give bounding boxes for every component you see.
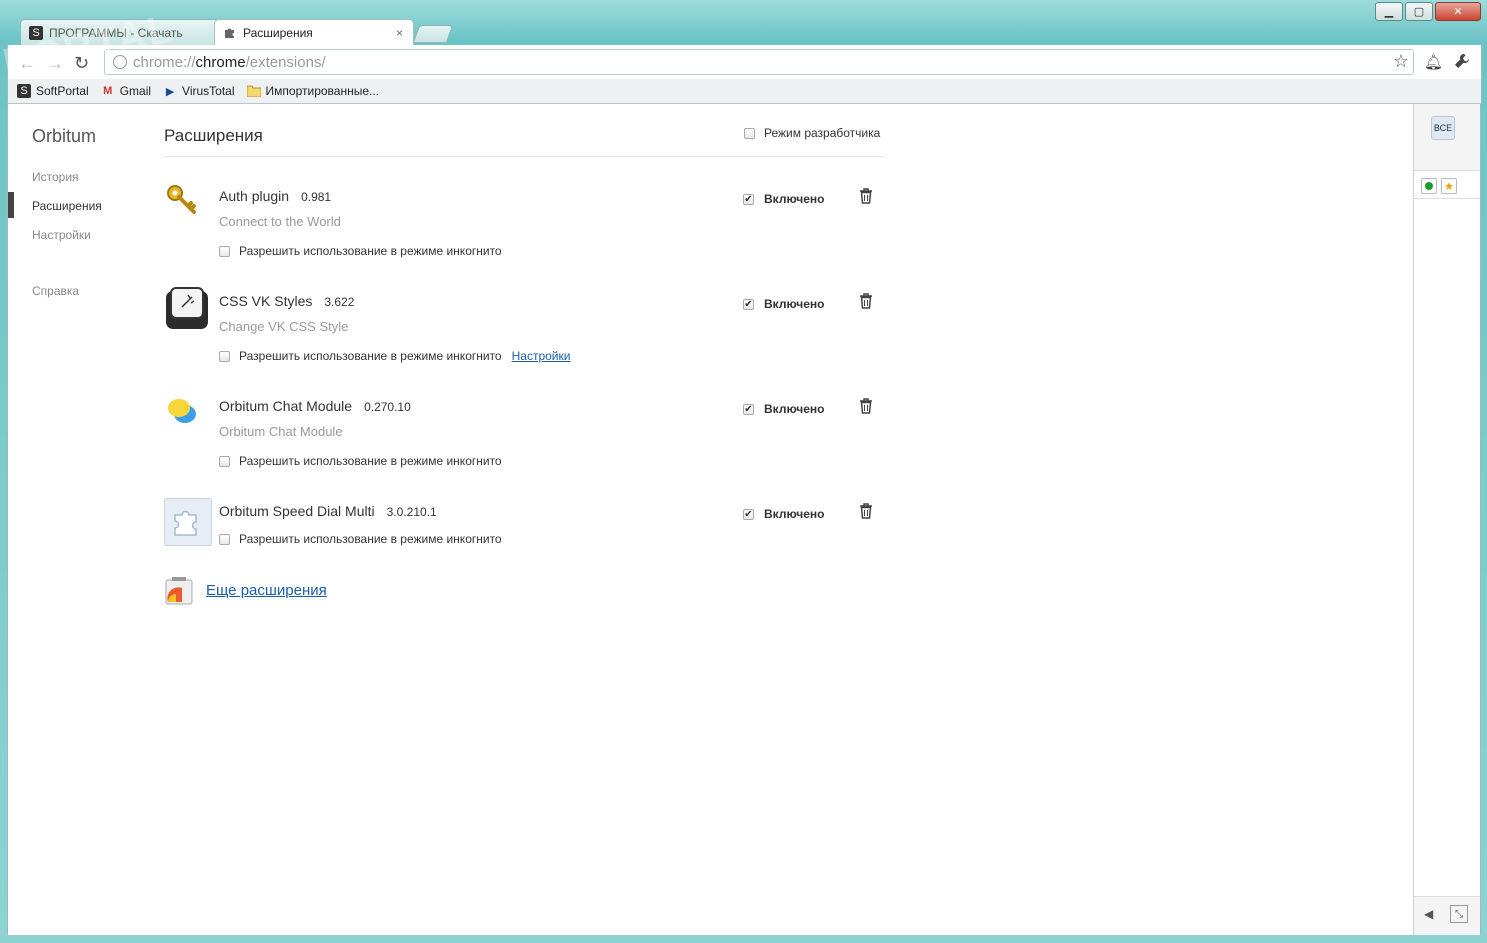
enabled-toggle[interactable]: ✔ Включено: [743, 402, 824, 416]
enabled-checkbox[interactable]: ✔: [743, 193, 754, 205]
extension-name: Orbitum Speed Dial Multi 3.0.210.1: [219, 503, 437, 519]
online-status-icon[interactable]: [1421, 178, 1437, 194]
web-store-icon: [165, 577, 193, 605]
incognito-toggle[interactable]: Разрешить использование в режиме инкогни…: [219, 349, 570, 363]
chat-bubbles-icon: [164, 390, 210, 436]
bookmark-virustotal[interactable]: ▶ VirusTotal: [163, 84, 235, 98]
extension-description: Orbitum Chat Module: [219, 424, 343, 439]
navigation-sidebar: Orbitum История Расширения Настройки Спр…: [8, 104, 148, 935]
new-tab-button[interactable]: [412, 25, 454, 43]
extension-name: CSS VK Styles 3.622: [219, 293, 355, 309]
page-title: Расширения: [164, 126, 263, 145]
right-sidebar: ВСЕ ★ ◀ ⤡: [1413, 104, 1481, 935]
wrench-icon[interactable]: [1454, 53, 1470, 73]
softportal-favicon-icon: S: [29, 25, 43, 40]
bell-icon[interactable]: 🔔︎: [1424, 53, 1443, 71]
sidebar-filter-row: ★: [1414, 174, 1480, 199]
collapse-arrow-icon[interactable]: ◀: [1424, 907, 1433, 921]
selected-marker: [8, 192, 14, 218]
enabled-toggle[interactable]: ✔ Включено: [743, 192, 824, 206]
sidebar-item-settings[interactable]: Настройки: [32, 228, 91, 242]
developer-mode-toggle[interactable]: Режим разработчика: [744, 126, 880, 140]
developer-mode-checkbox[interactable]: [744, 127, 755, 139]
puzzle-piece-icon: [164, 498, 212, 546]
incognito-toggle[interactable]: Разрешить использование в режиме инкогни…: [219, 244, 502, 258]
extension-name: Auth plugin 0.981: [219, 188, 332, 204]
tab-label: Расширения: [243, 25, 313, 40]
extension-name: Orbitum Chat Module 0.270.10: [219, 398, 411, 414]
gmail-icon: M: [103, 85, 113, 97]
tab-label: ПРОГРАММЫ - Скачать: [49, 25, 183, 40]
tab-programs[interactable]: S ПРОГРАММЫ - Скачать: [20, 19, 220, 45]
tab-strip: S ПРОГРАММЫ - Скачать Расширения ×: [14, 19, 1414, 45]
extension-description: Connect to the World: [219, 214, 341, 229]
back-icon[interactable]: ←: [18, 53, 36, 74]
more-extensions-link[interactable]: Еще расширения: [206, 582, 327, 599]
key-icon: [164, 180, 210, 226]
sidebar-item-extensions[interactable]: Расширения: [32, 199, 102, 213]
close-window-button[interactable]: ✕: [1435, 2, 1481, 21]
trash-icon[interactable]: [859, 188, 873, 204]
bookmark-star-icon[interactable]: ☆: [1393, 51, 1409, 72]
toolbar: ← → ↻ chrome://chrome/extensions/ ☆ 🔔︎: [7, 45, 1482, 79]
url-text: chrome://chrome/extensions/: [133, 53, 326, 71]
tab-extensions[interactable]: Расширения ×: [214, 19, 414, 45]
incognito-checkbox[interactable]: [219, 533, 230, 545]
all-button[interactable]: ВСЕ: [1431, 116, 1455, 140]
enabled-checkbox[interactable]: ✔: [743, 508, 754, 520]
incognito-checkbox[interactable]: [219, 455, 230, 467]
extension-version: 0.270.10: [364, 400, 411, 414]
incognito-toggle[interactable]: Разрешить использование в режиме инкогни…: [219, 532, 502, 546]
puzzle-icon: [223, 26, 237, 40]
sidebar-header: ВСЕ: [1414, 104, 1480, 171]
sidebar-item-history[interactable]: История: [32, 170, 79, 184]
bookmarks-bar: S SoftPortal M Gmail ▶ VirusTotal Импорт…: [7, 79, 1482, 104]
bookmark-imported-folder[interactable]: Импортированные...: [246, 84, 379, 98]
folder-icon: [246, 84, 261, 98]
address-bar[interactable]: chrome://chrome/extensions/ ☆: [104, 49, 1414, 75]
incognito-checkbox[interactable]: [219, 245, 230, 257]
extension-item: Auth plugin 0.981 Connect to the World Ра…: [164, 178, 884, 278]
incognito-checkbox[interactable]: [219, 350, 230, 362]
incognito-toggle[interactable]: Разрешить использование в режиме инкогни…: [219, 454, 502, 468]
favorites-star-icon[interactable]: ★: [1441, 178, 1457, 194]
reload-icon[interactable]: ↻: [74, 53, 89, 74]
enabled-toggle[interactable]: ✔ Включено: [743, 507, 824, 521]
softportal-icon: S: [17, 84, 31, 98]
extension-version: 0.981: [301, 190, 332, 204]
bookmark-gmail[interactable]: M Gmail: [101, 84, 151, 98]
browser-window: PORTAL ▁ ▢ ✕ S ПРОГРАММЫ - Скачать Расши…: [0, 0, 1487, 943]
orbitum-logo: Orbitum: [32, 126, 97, 146]
options-link[interactable]: Настройки: [512, 349, 571, 363]
page-info-icon[interactable]: [113, 55, 127, 69]
forward-icon[interactable]: →: [46, 53, 64, 74]
enabled-checkbox[interactable]: ✔: [743, 298, 754, 310]
divider: [164, 156, 884, 157]
enabled-checkbox[interactable]: ✔: [743, 403, 754, 415]
trash-icon[interactable]: [859, 293, 873, 309]
trash-icon[interactable]: [859, 398, 873, 414]
trash-icon[interactable]: [859, 503, 873, 519]
extension-item: CSS VK Styles 3.622 Change VK CSS Style Р…: [164, 283, 884, 383]
more-extensions: Еще расширения: [164, 574, 327, 606]
sidebar-item-help[interactable]: Справка: [32, 284, 79, 298]
virustotal-icon: ▶: [165, 85, 175, 98]
css-vk-styles-icon: [164, 285, 210, 331]
page-content: Orbitum История Расширения Настройки Спр…: [7, 104, 1413, 935]
extension-version: 3.0.210.1: [386, 505, 437, 519]
sidebar-footer: ◀ ⤡: [1414, 896, 1480, 935]
tab-close-icon[interactable]: ×: [396, 26, 403, 40]
bookmark-softportal[interactable]: S SoftPortal: [17, 84, 89, 98]
extension-item: Orbitum Chat Module 0.270.10 Orbitum Chat…: [164, 388, 884, 488]
extension-description: Change VK CSS Style: [219, 319, 349, 334]
enabled-toggle[interactable]: ✔ Включено: [743, 297, 824, 311]
expand-icon[interactable]: ⤡: [1450, 905, 1468, 923]
extension-version: 3.622: [324, 295, 355, 309]
